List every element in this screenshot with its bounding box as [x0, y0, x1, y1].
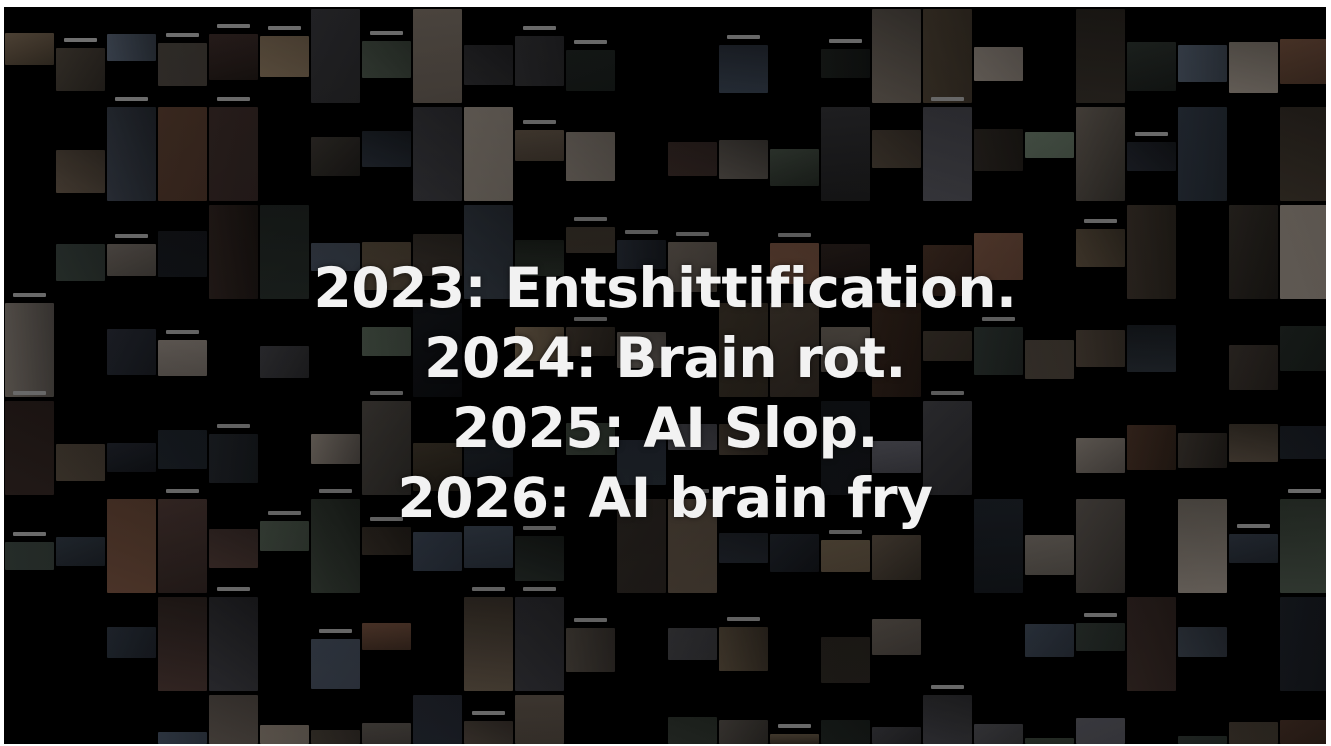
headline-line-2024: 2024: Brain rot.: [424, 326, 906, 390]
headline-line-2026: 2026: AI brain fry: [397, 466, 933, 530]
headline-line-2023: 2023: Entshittification.: [313, 256, 1017, 320]
headline: 2023: Entshittification. 2024: Brain rot…: [4, 253, 1326, 533]
headline-line-2025: 2025: AI Slop.: [452, 396, 878, 460]
slide: 2023: Entshittification. 2024: Brain rot…: [4, 7, 1326, 744]
